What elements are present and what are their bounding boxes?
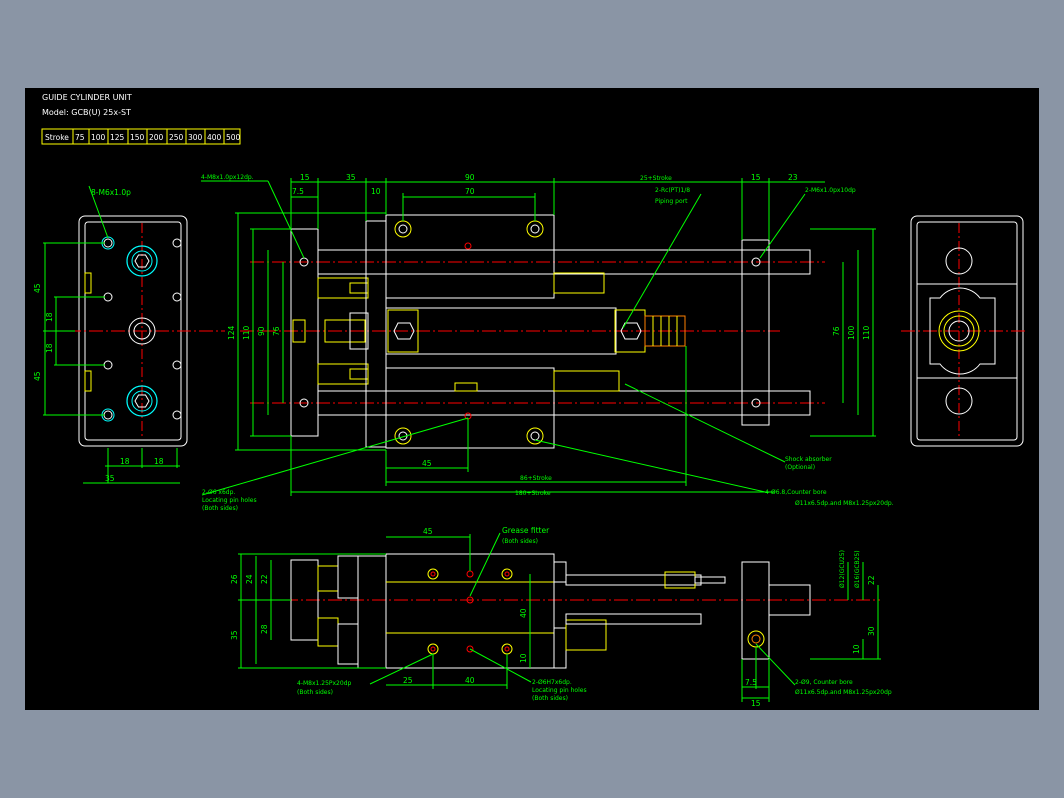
dim-label: 76 [272,326,281,336]
drawing-title: GUIDE CYLINDER UNIT [42,93,132,102]
dim-label: 45 [33,283,42,293]
cad-drawing: GUIDE CYLINDER UNIT Model: GCB(U) 25x-ST… [33,93,1027,708]
dim-label: 180+Stroke [515,490,551,497]
dim-label: 15 [751,173,761,182]
stroke-cell: 150 [130,133,145,142]
dim-label: 70 [465,187,475,196]
dim-label: 23 [788,173,798,182]
dim-label: 10 [519,653,528,663]
dim-label: 25 [403,676,413,685]
dim-label: 90 [465,173,475,182]
callout-front-pin: Locating pin holes [532,687,587,694]
stroke-cell: 100 [91,133,106,142]
right-end-view [901,215,1027,447]
callout-front-pin: (Both sides) [532,695,568,702]
callout-front-bore: 2-Ø9, Counter bore [795,679,853,686]
dim-label: 35 [346,173,356,182]
callout-tap-left: 4-M8x1.0px12dp. [201,174,254,181]
callout-grease: Grease fitter [502,526,550,535]
dim-label: 30 [867,626,876,636]
callout-pin: (Both sides) [202,505,238,512]
stroke-table-label: Stroke [45,133,69,142]
dim-label: 18 [45,312,54,322]
dim-label: 76 [832,326,841,336]
callout-port: Piping port [655,198,688,205]
dim-label: 10 [371,187,381,196]
dim-label: 24 [245,574,254,584]
callout-front-tap: (Both sides) [297,689,333,696]
callout-grease: (Both sides) [502,538,538,545]
dim-label: 90 [257,326,266,336]
callout-front-tap: 4-M8x1.25Px20dp [297,680,351,687]
dim-label: 45 [33,371,42,381]
dim-label: 18 [120,457,130,466]
callout-shock: Shock absorber [785,456,832,463]
dim-label: 110 [862,325,871,340]
dim-label: 124 [227,325,236,340]
stroke-cell: 400 [207,133,222,142]
dim-label: 18 [154,457,164,466]
dim-label: Ø12(GCU25) [839,550,846,588]
dim-label: 26 [230,574,239,584]
dim-label: 7.5 [745,678,757,687]
dim-label: 86+Stroke [520,475,552,482]
dim-label: 45 [422,459,432,468]
callout-tap-right: 2-M6x1.0px10dp [805,187,856,194]
dim-label: 15 [300,173,310,182]
model-label: Model: GCB(U) 25x-ST [42,108,131,117]
dim-label: 25+Stroke [640,175,672,182]
stroke-cell: 125 [110,133,125,142]
callout-shock: (Optional) [785,464,815,471]
callout-port: 2-Rc(PT)1/8 [655,187,690,194]
dim-label: 100 [847,325,856,340]
stroke-cell: 200 [149,133,164,142]
front-view: 26 35 24 22 28 40 10 45 25 40 Ø12(GCU25)… [230,526,892,708]
callout-bore: 4-Ø6.8,Counter bore [765,489,827,496]
callout-front-pin: 2-Ø6H7x6dp. [532,679,572,686]
dim-label: Ø16(GCB25) [854,550,861,588]
left-end-view: 8-M6x1.0p 45 18 18 45 18 18 35 [33,185,225,484]
dim-label: 110 [242,325,251,340]
dim-label: 22 [260,574,269,584]
dim-label: 45 [423,527,433,536]
callout-pin: 2-Ø6 x6dp. [202,489,235,496]
dim-label: 18 [45,343,54,353]
top-view: 15 35 10 90 25+Stroke 15 23 7.5 70 124 1… [201,173,894,512]
dim-label: 10 [852,644,861,654]
stroke-table: Stroke 75 100 125 150 200 250 300 400 50… [41,128,241,145]
dim-label: 15 [751,699,761,708]
callout-front-bore: Ø11x6.5dp.and M8x1.25px20dp [795,689,892,696]
dim-label: 7.5 [292,187,304,196]
dim-label: 28 [260,624,269,634]
dim-label: 22 [867,575,876,585]
stroke-cell: 300 [188,133,203,142]
dim-label: 40 [519,608,528,618]
stroke-cell: 75 [75,133,85,142]
dim-label: 35 [230,630,239,640]
left-view-callout: 8-M6x1.0p [91,188,131,197]
dim-label: 35 [105,474,115,483]
drawing-canvas: GUIDE CYLINDER UNIT Model: GCB(U) 25x-ST… [25,88,1039,710]
callout-bore: Ø11x6.5dp.and M8x1.25px20dp. [795,500,894,507]
stroke-cell: 500 [226,133,241,142]
stroke-cell: 250 [169,133,184,142]
dim-label: 40 [465,676,475,685]
callout-pin: Locating pin holes [202,497,257,504]
